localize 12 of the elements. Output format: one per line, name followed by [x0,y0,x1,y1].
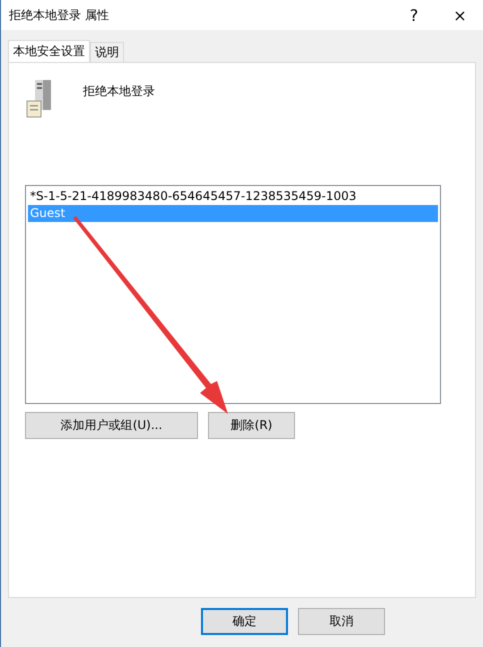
ok-button[interactable]: 确定 [201,608,288,635]
tab[interactable]: 说明 [90,42,124,62]
close-button[interactable]: × [437,0,483,30]
remove-button[interactable]: 删除(R) [208,412,295,439]
add-button[interactable]: 添加用户或组(U)... [25,412,198,439]
tab[interactable]: 本地安全设置 [8,40,90,62]
policy-name: 拒绝本地登录 [83,83,155,100]
help-button[interactable]: ? [391,0,437,30]
account-list[interactable]: *S-1-5-21-4189983480-654645457-1238535459-1003 Guest [25,185,441,404]
cancel-button[interactable]: 取消 [298,608,385,635]
list-item[interactable]: *S-1-5-21-4189983480-654645457-1238535459-1003 [28,188,438,205]
window-title: 拒绝本地登录 属性 [9,6,109,24]
